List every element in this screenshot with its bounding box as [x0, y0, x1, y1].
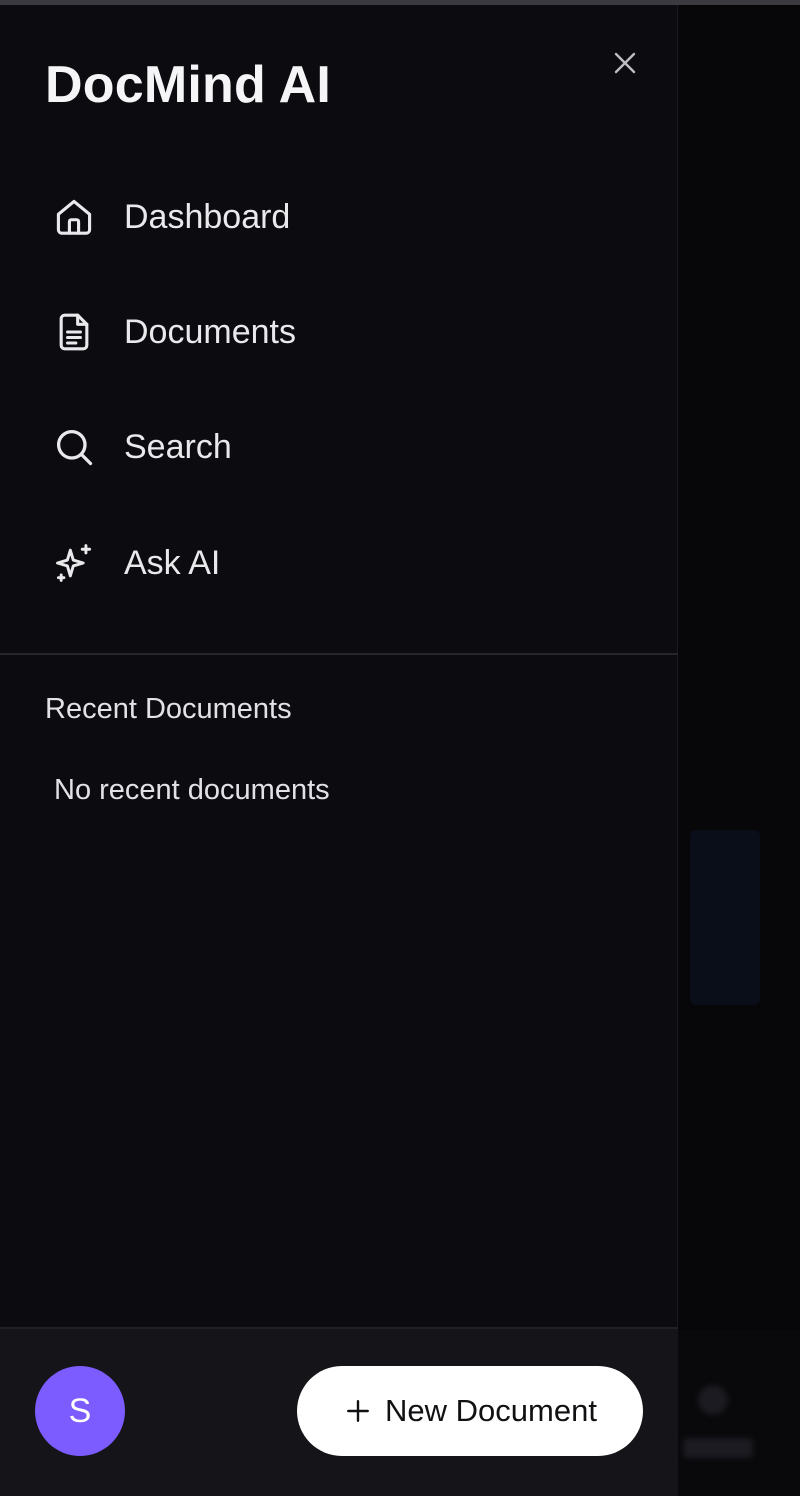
background-blurred-text	[683, 1438, 753, 1458]
sidebar-item-ask-ai[interactable]: Ask AI	[42, 527, 642, 599]
background-blurred-icon	[698, 1385, 728, 1415]
app-title: DocMind AI	[45, 56, 332, 114]
plus-icon	[343, 1396, 373, 1426]
sidebar-item-label: Documents	[124, 312, 296, 351]
sidebar-item-label: Ask AI	[124, 543, 221, 582]
sidebar-divider	[0, 653, 678, 655]
sidebar-footer: S New Document	[0, 1327, 678, 1496]
sidebar-item-label: Dashboard	[124, 197, 291, 236]
app-screen: DocMind AI Dashboard Documents Search As…	[0, 0, 800, 1496]
sidebar-item-search[interactable]: Search	[42, 411, 642, 483]
sidebar-item-documents[interactable]: Documents	[42, 296, 642, 368]
close-button[interactable]	[607, 45, 643, 81]
background-bottom-bar	[678, 1330, 800, 1496]
background-page-overlay[interactable]	[678, 5, 800, 1496]
home-icon	[42, 193, 108, 241]
avatar-initial: S	[68, 1391, 92, 1430]
search-icon	[42, 423, 108, 471]
sparkles-icon	[42, 539, 108, 587]
background-card	[690, 830, 760, 1005]
user-avatar[interactable]: S	[35, 1366, 125, 1456]
recent-documents-heading: Recent Documents	[45, 693, 292, 725]
sidebar-item-label: Search	[124, 427, 232, 466]
new-document-label: New Document	[385, 1393, 597, 1428]
close-icon	[614, 52, 636, 74]
sidebar-item-dashboard[interactable]: Dashboard	[42, 181, 642, 253]
sidebar-drawer: DocMind AI Dashboard Documents Search As…	[0, 5, 678, 1496]
document-icon	[42, 308, 108, 356]
recent-documents-empty-state: No recent documents	[54, 774, 330, 806]
new-document-button[interactable]: New Document	[297, 1366, 643, 1456]
